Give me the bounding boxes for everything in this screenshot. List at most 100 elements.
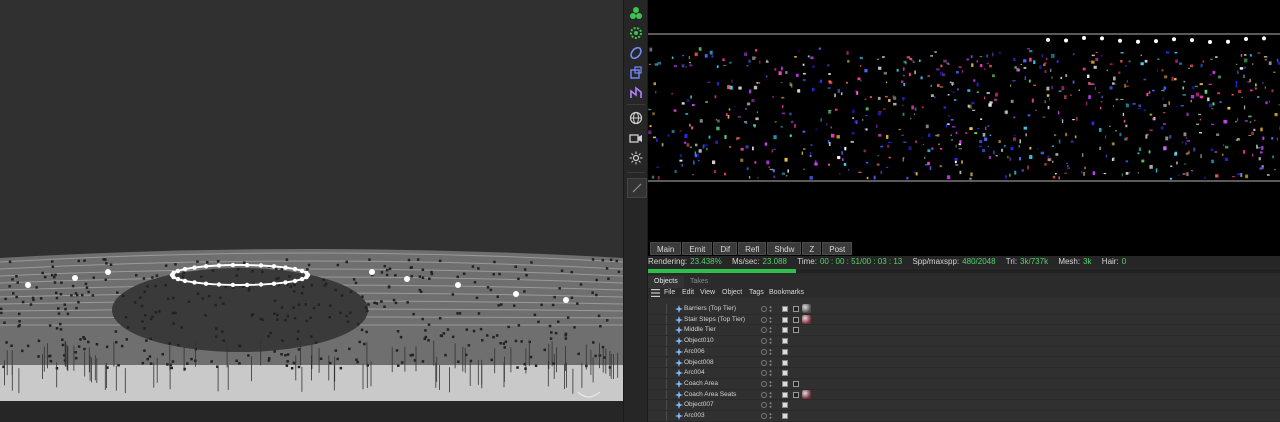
object-name: Coach Area Seats	[684, 390, 737, 398]
tab-objects[interactable]: Objects	[648, 276, 684, 288]
tag-icon[interactable]	[782, 306, 788, 312]
light-icon[interactable]	[627, 149, 645, 167]
tag-icon[interactable]	[793, 316, 799, 323]
menu-file[interactable]: File	[664, 288, 675, 298]
object-list[interactable]: Barriers (Top Tier) Stair Steps (Top Tier…	[648, 298, 1280, 422]
tag-icon[interactable]	[782, 370, 788, 377]
list-item[interactable]: Arc003	[648, 411, 1280, 422]
editor-render-dots-icon[interactable]	[769, 348, 772, 355]
tag-icon[interactable]	[782, 327, 788, 334]
tag-icon[interactable]	[793, 306, 799, 312]
tree-indent	[666, 314, 667, 325]
tag-icon[interactable]	[782, 413, 788, 419]
visibility-icon[interactable]	[761, 338, 767, 345]
material-tag-icon[interactable]	[802, 304, 811, 313]
visibility-icon[interactable]	[761, 359, 767, 366]
menu-edit[interactable]: Edit	[682, 288, 694, 298]
visibility-icon[interactable]	[761, 380, 767, 387]
gear-effector-icon[interactable]	[627, 24, 645, 42]
tab-post[interactable]: Post	[822, 242, 853, 255]
menu-view[interactable]: View	[700, 288, 715, 298]
menu-tags[interactable]: Tags	[749, 288, 764, 298]
object-name: Coach Area	[684, 379, 718, 387]
visibility-icon[interactable]	[761, 370, 767, 377]
tag-icon[interactable]	[782, 316, 788, 323]
tab-emit[interactable]: Emit	[682, 242, 713, 255]
tab-main[interactable]: Main	[650, 242, 682, 255]
tag-icon[interactable]	[793, 380, 799, 387]
stadium-scene	[0, 0, 623, 402]
rendering-value: 23.438%	[690, 257, 722, 266]
editor-render-dots-icon[interactable]	[769, 402, 772, 409]
tag-icon[interactable]	[782, 402, 788, 409]
list-item[interactable]: Stair Steps (Top Tier)	[648, 314, 1280, 326]
editor-render-dots-icon[interactable]	[769, 338, 772, 344]
tab-takes[interactable]: Takes	[684, 276, 714, 288]
visibility-icon[interactable]	[761, 402, 767, 409]
material-tag-icon[interactable]	[802, 389, 811, 399]
list-item[interactable]: Object010	[648, 336, 1280, 347]
ms-value: 23.088	[762, 257, 787, 266]
tag-icon[interactable]	[782, 338, 788, 345]
material-tag-icon[interactable]	[802, 314, 811, 324]
visibility-icon[interactable]	[761, 306, 767, 312]
render-progress-bar	[648, 269, 1280, 273]
render-view[interactable]	[648, 0, 1280, 242]
editor-render-dots-icon[interactable]	[769, 413, 772, 419]
tab-dif[interactable]: Dif	[713, 242, 738, 255]
menu-bookmarks[interactable]: Bookmarks	[769, 288, 804, 298]
visibility-icon[interactable]	[761, 348, 767, 355]
vertical-toolbar	[623, 0, 648, 422]
editor-render-dots-icon[interactable]	[769, 391, 772, 398]
brush-icon[interactable]	[627, 178, 647, 198]
editor-render-dots-icon[interactable]	[769, 316, 772, 323]
object-name: Object008	[684, 358, 714, 366]
hair-value: 0	[1121, 257, 1127, 266]
tab-refl[interactable]: Refl	[738, 242, 767, 255]
list-item[interactable]: Barriers (Top Tier)	[648, 304, 1280, 315]
object-name: Barriers (Top Tier)	[684, 305, 737, 312]
visibility-icon[interactable]	[761, 391, 767, 398]
editor-render-dots-icon[interactable]	[769, 370, 772, 376]
visibility-icon[interactable]	[761, 413, 767, 419]
tab-z[interactable]: Z	[802, 242, 822, 255]
editor-render-dots-icon[interactable]	[769, 306, 772, 312]
tag-icon[interactable]	[782, 380, 788, 387]
list-item[interactable]: Coach Area Seats	[648, 389, 1280, 401]
3d-viewport[interactable]	[0, 0, 623, 422]
render-channel-tabs: Main Emit Dif Refl Shdw Z Post	[648, 242, 1280, 256]
list-item[interactable]: Object008	[648, 357, 1280, 369]
editor-render-dots-icon[interactable]	[769, 327, 772, 334]
toolbar-divider	[627, 104, 645, 105]
editor-render-dots-icon[interactable]	[769, 359, 772, 366]
deformer-icon[interactable]	[627, 44, 645, 62]
toolbar-divider	[627, 172, 645, 173]
list-item[interactable]: Middle Tier	[648, 325, 1280, 337]
editor-render-dots-icon[interactable]	[769, 381, 772, 387]
list-item[interactable]: Object007	[648, 400, 1280, 411]
object-name: Stair Steps (Top Tier)	[684, 315, 746, 323]
object-icon	[675, 390, 683, 399]
tree-indent	[666, 411, 667, 421]
list-item[interactable]: Arc004	[648, 368, 1280, 379]
object-name: Arc006	[684, 347, 705, 355]
tab-shdw[interactable]: Shdw	[767, 242, 802, 255]
hamburger-menu-icon[interactable]	[651, 289, 660, 297]
object-icon	[675, 412, 683, 420]
field-icon[interactable]	[627, 64, 645, 82]
visibility-icon[interactable]	[761, 327, 767, 334]
globe-icon[interactable]	[627, 109, 645, 127]
tag-icon[interactable]	[782, 391, 788, 398]
tag-icon[interactable]	[782, 348, 788, 355]
tree-indent	[666, 325, 667, 336]
cloner-icon[interactable]	[627, 4, 645, 22]
tag-icon[interactable]	[782, 359, 788, 366]
list-item[interactable]: Arc006	[648, 346, 1280, 358]
spline-icon[interactable]	[627, 84, 645, 102]
camera-icon[interactable]	[627, 129, 645, 147]
menu-object[interactable]: Object	[722, 288, 742, 298]
tag-icon[interactable]	[793, 327, 799, 334]
list-item[interactable]: Coach Area	[648, 378, 1280, 390]
tag-icon[interactable]	[793, 391, 799, 398]
visibility-icon[interactable]	[761, 316, 767, 323]
